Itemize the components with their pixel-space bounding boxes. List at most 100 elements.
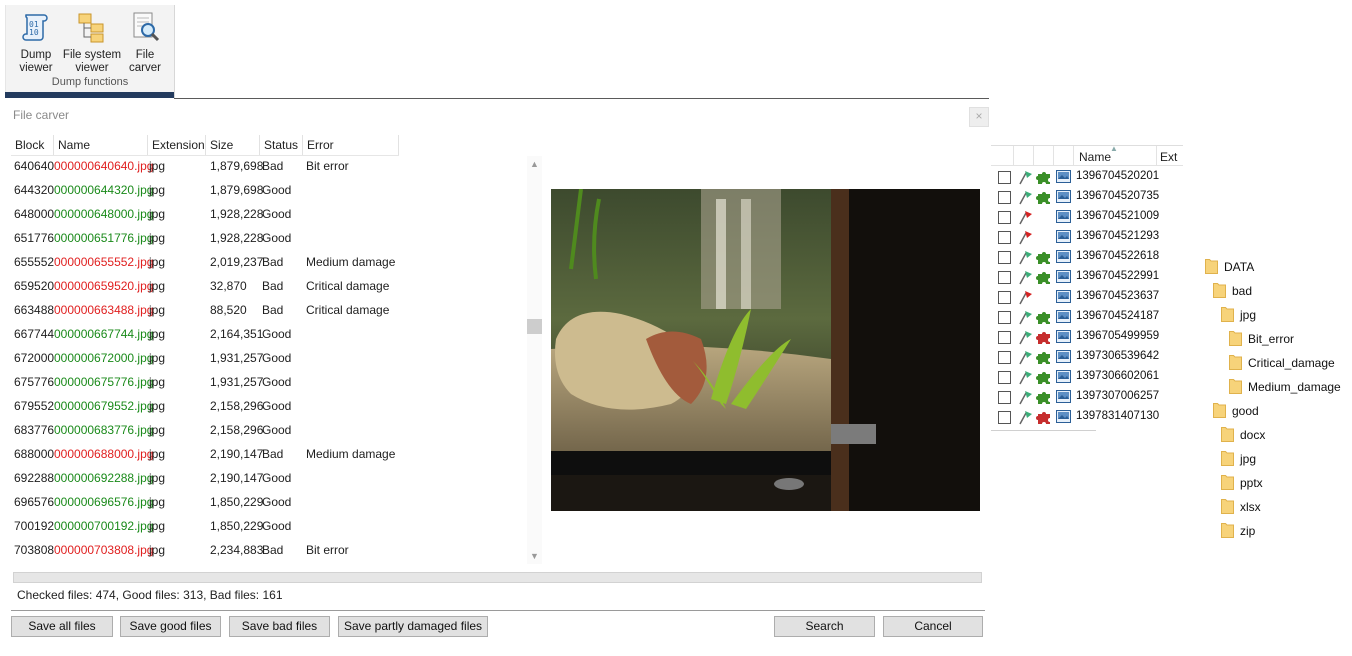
row-checkbox[interactable] <box>998 391 1011 404</box>
row-checkbox[interactable] <box>998 211 1011 224</box>
list-item[interactable]: 1396704521009 <box>991 207 1183 227</box>
sort-ascending-icon: ▲ <box>1110 144 1118 153</box>
folder-icon <box>1229 378 1242 394</box>
table-row[interactable]: 703808 000000703808.jpg jpg 2,234,883 Bad Bit… <box>11 540 526 564</box>
extension-cell: jpg <box>149 495 166 509</box>
red-puzzle-icon <box>1036 409 1052 428</box>
row-checkbox[interactable] <box>998 231 1011 244</box>
horizontal-scrollbar[interactable] <box>13 572 982 583</box>
list-item[interactable]: 1396705499959 <box>991 327 1183 347</box>
green-flag-icon <box>1017 269 1033 288</box>
table-row[interactable]: 651776 000000651776.jpg jpg 1,928,228 Good <box>11 228 526 252</box>
table-row[interactable]: 640640 000000640640.jpg jpg 1,879,698 Bad Bit… <box>11 156 526 180</box>
list-item[interactable]: 1396704523637 <box>991 287 1183 307</box>
list-item[interactable]: 1396704520201 <box>991 167 1183 187</box>
row-checkbox[interactable] <box>998 411 1011 424</box>
table-row[interactable]: 655552 000000655552.jpg jpg 2,019,237 Bad Med… <box>11 252 526 276</box>
table-row[interactable]: 683776 000000683776.jpg jpg 2,158,296 Good <box>11 420 526 444</box>
save-bad-files-button[interactable]: Save bad files <box>229 616 330 637</box>
table-row[interactable]: 675776 000000675776.jpg jpg 1,931,257 Good <box>11 372 526 396</box>
cancel-button[interactable]: Cancel <box>883 616 983 637</box>
file-carver-button[interactable]: File carver <box>119 11 171 75</box>
dump-viewer-button[interactable]: 01 10 Dump viewer <box>10 11 62 75</box>
list-item[interactable]: 1396704521293 <box>991 227 1183 247</box>
search-button[interactable]: Search <box>774 616 875 637</box>
table-row[interactable]: 644320 000000644320.jpg jpg 1,879,698 Good <box>11 180 526 204</box>
row-checkbox[interactable] <box>998 311 1011 324</box>
table-row[interactable]: 688000 000000688000.jpg jpg 2,190,147 Bad Med… <box>11 444 526 468</box>
list-item[interactable]: 1396704522618 <box>991 247 1183 267</box>
row-checkbox[interactable] <box>998 291 1011 304</box>
folder-label: DATA <box>1224 260 1255 274</box>
save-all-files-button[interactable]: Save all files <box>11 616 113 637</box>
status-cell: Bad <box>262 159 284 173</box>
row-checkbox[interactable] <box>998 191 1011 204</box>
column-header-status[interactable]: Status <box>260 135 303 155</box>
table-row[interactable]: 659520 000000659520.jpg jpg 32,870 Bad Critic… <box>11 276 526 300</box>
table-row[interactable]: 692288 000000692288.jpg jpg 2,190,147 Good <box>11 468 526 492</box>
row-checkbox[interactable] <box>998 331 1011 344</box>
status-cell: Good <box>262 471 292 485</box>
close-button[interactable]: × <box>969 107 989 127</box>
file-list[interactable]: 1396704520201 1396704520735 1396704521009 1… <box>991 167 1183 430</box>
block-cell: 688000 <box>14 447 55 461</box>
file-name-cell: 000000683776.jpg <box>54 423 154 437</box>
column-header-name[interactable]: Name <box>54 135 148 155</box>
file-name-cell: 000000679552.jpg <box>54 399 154 413</box>
red-flag-icon <box>1017 209 1033 228</box>
extension-cell: jpg <box>149 351 166 365</box>
column-header-extension[interactable]: Extension <box>148 135 206 155</box>
status-cell: Good <box>262 423 292 437</box>
scroll-thumb[interactable] <box>527 319 542 334</box>
file-list-ext-header[interactable]: Ext <box>1160 150 1177 164</box>
size-cell: 1,879,698 <box>210 159 264 173</box>
extension-cell: jpg <box>149 327 166 341</box>
row-checkbox[interactable] <box>998 251 1011 264</box>
size-cell: 1,931,257 <box>210 351 264 365</box>
row-checkbox[interactable] <box>998 351 1011 364</box>
file-system-viewer-button[interactable]: File system viewer <box>62 11 122 75</box>
table-row[interactable]: 667744 000000667744.jpg jpg 2,164,351 Good <box>11 324 526 348</box>
folder-label: Bit_error <box>1248 332 1295 346</box>
scroll-down-icon[interactable]: ▼ <box>527 551 542 561</box>
list-item[interactable]: 1396704522991 <box>991 267 1183 287</box>
save-good-files-button[interactable]: Save good files <box>120 616 221 637</box>
table-row[interactable]: 663488 000000663488.jpg jpg 88,520 Bad Critic… <box>11 300 526 324</box>
table-row[interactable]: 696576 000000696576.jpg jpg 1,850,229 Good <box>11 492 526 516</box>
extension-cell: jpg <box>149 255 166 269</box>
row-checkbox[interactable] <box>998 171 1011 184</box>
file-list-name-header[interactable]: Name <box>1079 150 1111 164</box>
table-row[interactable]: 672000 000000672000.jpg jpg 1,931,257 Good <box>11 348 526 372</box>
vertical-scrollbar[interactable]: ▲ ▼ <box>527 156 542 564</box>
carved-files-table[interactable]: 640640 000000640640.jpg jpg 1,879,698 Bad Bit… <box>11 156 526 564</box>
table-row[interactable]: 648000 000000648000.jpg jpg 1,928,228 Good <box>11 204 526 228</box>
file-name: 1396704524187 <box>1076 310 1160 322</box>
image-file-icon <box>1056 370 1071 386</box>
table-row[interactable]: 700192 000000700192.jpg jpg 1,850,229 Good <box>11 516 526 540</box>
list-item[interactable]: 1397831407130 <box>991 407 1183 427</box>
file-name: 1396704521293 <box>1076 230 1160 242</box>
row-checkbox[interactable] <box>998 371 1011 384</box>
column-header-error[interactable]: Error <box>303 135 399 155</box>
column-header-size[interactable]: Size <box>206 135 260 155</box>
file-system-viewer-label-1: File system <box>62 49 122 61</box>
folder-icon <box>1221 450 1234 466</box>
list-item[interactable]: 1396704520735 <box>991 187 1183 207</box>
list-item[interactable]: 1397306539642 <box>991 347 1183 367</box>
list-item[interactable]: 1396704524187 <box>991 307 1183 327</box>
scroll-up-icon[interactable]: ▲ <box>527 159 542 169</box>
table-row[interactable]: 679552 000000679552.jpg jpg 2,158,296 Good <box>11 396 526 420</box>
status-cell: Good <box>262 207 292 221</box>
folder-icon <box>1221 426 1234 442</box>
save-partly-damaged-files-button[interactable]: Save partly damaged files <box>338 616 488 637</box>
row-checkbox[interactable] <box>998 271 1011 284</box>
folder-tree-icon <box>78 13 104 43</box>
extension-cell: jpg <box>149 399 166 413</box>
file-carver-label-2: carver <box>129 62 161 74</box>
file-name-cell: 000000655552.jpg <box>54 255 154 269</box>
folder-icon <box>1221 474 1234 490</box>
column-header-block[interactable]: Block <box>11 135 54 155</box>
green-puzzle-icon <box>1036 269 1052 288</box>
list-item[interactable]: 1397307006257 <box>991 387 1183 407</box>
list-item[interactable]: 1397306602061 <box>991 367 1183 387</box>
